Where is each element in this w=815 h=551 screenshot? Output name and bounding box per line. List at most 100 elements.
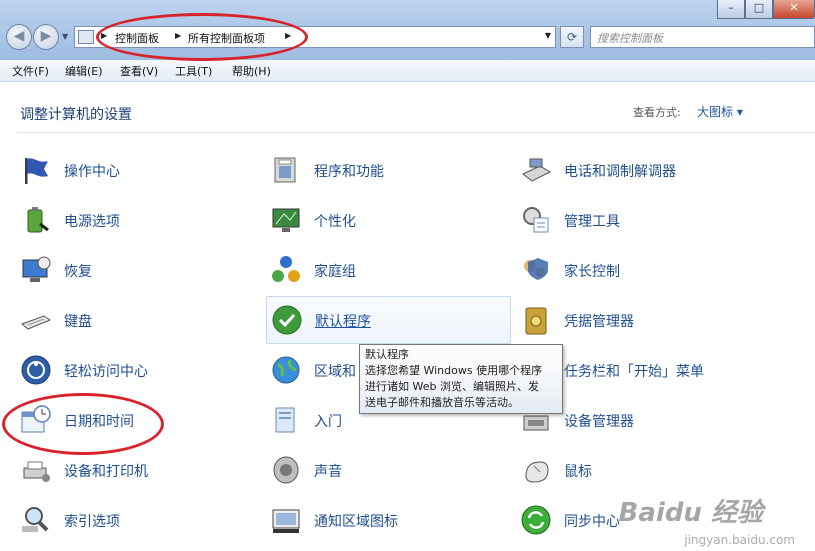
item-notification-area[interactable]: 通知区域图标 [270,504,470,538]
item-label: 入门 [314,414,342,430]
item-indexing-options[interactable]: 索引选项 [20,504,220,538]
item-label: 键盘 [64,314,92,330]
menu-bar: 文件(F) 编辑(E) 查看(V) 工具(T) 帮助(H) [0,60,815,82]
window-controls: – □ ✕ [717,0,815,20]
item-label: 电源选项 [64,214,120,230]
item-label: 默认程序 [315,314,371,330]
breadcrumb-separator-icon[interactable]: ▶ [285,31,291,40]
control-panel-icon [78,30,94,44]
back-arrow-icon: ◀ [13,28,25,44]
item-label: 个性化 [314,214,356,230]
item-devices-printers[interactable]: 设备和打印机 [20,454,220,488]
view-by-dropdown[interactable]: 大图标 ▾ [697,103,743,120]
homegroup-icon [272,256,300,282]
search-placeholder: 搜索控制面板 [597,32,663,45]
item-label: 程序和功能 [314,164,384,180]
control-panel-content: 调整计算机的设置 查看方式: 大图标 ▾ 操作中心 电源选项 恢复 键盘 轻松访… [0,82,815,551]
item-homegroup[interactable]: 家庭组 [270,254,470,288]
history-dropdown-icon[interactable]: ▼ [62,32,68,41]
breadcrumb-all-items[interactable]: 所有控制面板项 [188,30,265,46]
breadcrumb-separator-icon[interactable]: ▶ [101,31,107,40]
parental-controls-icon [524,258,548,280]
item-label: 通知区域图标 [314,514,398,530]
address-bar[interactable]: ▶ 控制面板 ▶ 所有控制面板项 ▶ ▼ [74,26,556,48]
item-label: 设备和打印机 [64,464,148,480]
tooltip-line: 送电子邮件和播放音乐等活动。 [365,396,519,409]
devices-printers-icon [23,461,50,482]
item-label: 设备管理器 [564,414,634,430]
item-programs-features[interactable]: 程序和功能 [270,154,470,188]
maximize-button[interactable]: □ [745,0,773,19]
item-default-programs[interactable]: 默认程序 [266,296,511,344]
power-battery-icon [27,207,49,233]
item-label: 任务栏和「开始」菜单 [564,364,704,380]
item-phone-modem[interactable]: 电话和调制解调器 [520,154,740,188]
action-center-flag-icon [25,158,48,184]
item-admin-tools[interactable]: 管理工具 [520,204,740,238]
tooltip-title: 默认程序 [365,348,409,361]
tooltip-line: 进行诸如 Web 浏览、编辑照片、发 [365,380,539,393]
default-programs-icon [272,305,302,335]
indexing-magnifier-icon [22,507,49,532]
item-label: 家长控制 [564,264,620,280]
item-sound[interactable]: 声音 [270,454,470,488]
item-label: 凭据管理器 [564,314,634,330]
breadcrumb-control-panel[interactable]: 控制面板 [115,30,159,46]
back-button[interactable]: ◀ [6,24,32,50]
credential-manager-icon [525,307,547,335]
phone-modem-icon [522,158,552,182]
view-by-label: 查看方式: [633,106,681,119]
recovery-computer-icon [22,256,51,282]
item-action-center[interactable]: 操作中心 [20,154,220,188]
item-label: 电话和调制解调器 [564,164,676,180]
menu-tools[interactable]: 工具(T) [175,63,212,79]
item-label: 日期和时间 [64,414,134,430]
item-mouse[interactable]: 鼠标 [520,454,740,488]
baidu-watermark: Baidu 经验 [618,498,763,528]
minimize-button[interactable]: – [717,0,745,19]
item-keyboard[interactable]: 键盘 [20,304,220,338]
sync-center-icon [521,505,551,535]
item-label: 家庭组 [314,264,356,280]
default-programs-tooltip: 默认程序 选择您希望 Windows 使用哪个程序 进行诸如 Web 浏览、编辑… [359,344,563,414]
forward-arrow-icon: ▶ [40,28,52,44]
item-label: 操作中心 [64,164,120,180]
item-ease-of-access[interactable]: 轻松访问中心 [20,354,220,388]
tooltip-line: 选择您希望 Windows 使用哪个程序 [365,364,543,377]
item-personalization[interactable]: 个性化 [270,204,470,238]
item-label: 声音 [314,464,342,480]
item-label: 管理工具 [564,214,620,230]
address-dropdown-icon[interactable]: ▼ [545,31,551,40]
getting-started-icon [275,407,295,433]
item-power-options[interactable]: 电源选项 [20,204,220,238]
close-button[interactable]: ✕ [773,0,815,19]
menu-file[interactable]: 文件(F) [12,63,49,79]
sound-speaker-icon [273,456,299,484]
page-title: 调整计算机的设置 [20,107,132,123]
item-recovery[interactable]: 恢复 [20,254,220,288]
item-label: 恢复 [64,264,92,280]
item-label: 鼠标 [564,464,592,480]
keyboard-icon [21,315,52,330]
notification-area-icon [272,509,300,533]
item-credential-manager[interactable]: 凭据管理器 [520,304,740,338]
menu-help[interactable]: 帮助(H) [232,63,271,79]
forward-button[interactable]: ▶ [33,24,59,50]
personalization-monitor-icon [272,208,300,232]
mouse-icon [525,461,549,483]
item-label: 索引选项 [64,514,120,530]
item-label: 轻松访问中心 [64,364,148,380]
refresh-icon: ⟳ [566,30,578,44]
breadcrumb-separator-icon[interactable]: ▶ [175,31,181,40]
menu-edit[interactable]: 编辑(E) [65,63,103,79]
date-time-calendar-icon [21,405,51,433]
ease-of-access-icon [21,355,51,385]
refresh-button[interactable]: ⟳ [560,26,584,48]
item-label: 同步中心 [564,514,620,530]
menu-view[interactable]: 查看(V) [120,63,158,79]
item-parental-controls[interactable]: 家长控制 [520,254,740,288]
divider [17,132,815,133]
item-date-time[interactable]: 日期和时间 [20,404,220,438]
search-input[interactable]: 搜索控制面板 [590,26,815,48]
admin-tools-icon [523,207,549,233]
